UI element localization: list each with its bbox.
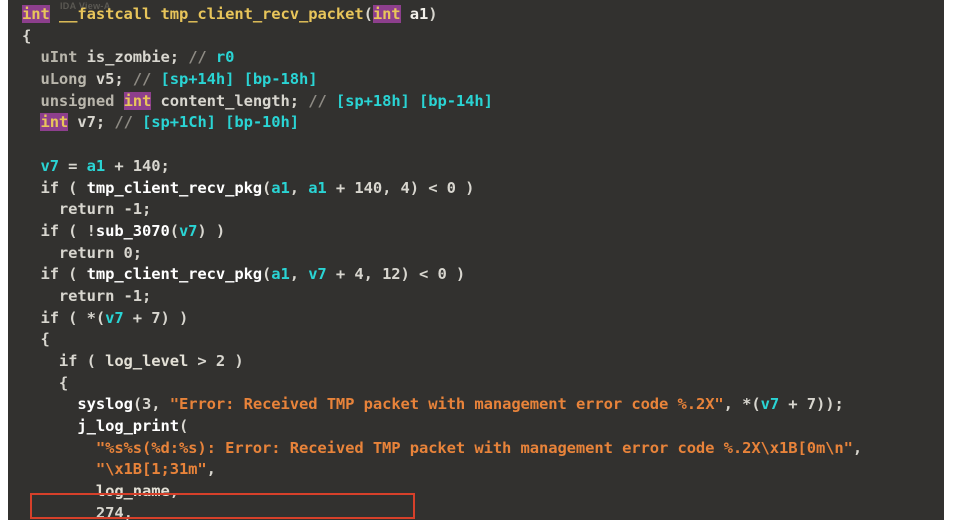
code-line[interactable]: if ( tmp_client_recv_pkg(a1, v7 + 4, 12)…	[8, 264, 944, 286]
code-line[interactable]: unsigned int content_length; // [sp+18h]…	[8, 91, 944, 113]
pseudocode-listing[interactable]: int __fastcall tmp_client_recv_packet(in…	[8, 4, 944, 520]
variable-v7: v7	[22, 156, 59, 175]
code-line[interactable]: return -1;	[8, 199, 944, 221]
code-line[interactable]: return 0;	[8, 243, 944, 265]
code-line[interactable]: j_log_print(	[8, 416, 944, 438]
keyword-int: int	[372, 5, 401, 23]
variable-a1: a1	[86, 156, 106, 175]
call-tmp-client-recv-pkg[interactable]: tmp_client_recv_pkg	[87, 265, 263, 283]
code-line[interactable]: "\x1B[1;31m",	[8, 459, 944, 481]
stack-offset-comment: [sp+1Ch] [bp-10h]	[142, 113, 299, 132]
code-line[interactable]: "%s%s(%d:%s): Error: Received TMP packet…	[8, 438, 944, 460]
keyword-int: int	[40, 113, 69, 132]
stack-offset-comment: [sp+14h] [bp-18h]	[160, 70, 318, 89]
code-line[interactable]: uInt is_zombie; // r0	[8, 47, 944, 69]
keyword-int: int	[123, 91, 152, 110]
code-line[interactable]: int __fastcall tmp_client_recv_packet(in…	[8, 4, 944, 26]
code-line[interactable]: if ( tmp_client_recv_pkg(a1, a1 + 140, 4…	[8, 178, 944, 200]
code-line[interactable]: {	[8, 26, 944, 48]
screenshot-root: IDA View-A int __fastcall tmp_client_rec…	[0, 0, 960, 527]
global-log-name[interactable]: log_name	[96, 482, 170, 500]
code-line[interactable]: syslog(3, "Error: Received TMP packet wi…	[8, 394, 944, 416]
page-margin-bottom	[0, 520, 960, 527]
code-line[interactable]: if ( log_level > 2 )	[8, 351, 944, 373]
string-literal: "%s%s(%d:%s): Error: Received TMP packet…	[95, 438, 853, 457]
pseudocode-pane[interactable]: IDA View-A int __fastcall tmp_client_rec…	[8, 0, 944, 520]
call-j-log-print[interactable]: j_log_print	[77, 417, 179, 435]
global-log-level[interactable]: log_level	[105, 352, 188, 370]
code-line[interactable]: if ( *(v7 + 7) )	[8, 308, 944, 330]
string-literal: "\x1B[1;31m"	[95, 460, 207, 479]
code-line[interactable]: {	[8, 373, 944, 395]
code-line[interactable]: 274,	[8, 503, 944, 520]
code-line[interactable]: log_name,	[8, 481, 944, 503]
function-name[interactable]: tmp_client_recv_packet	[161, 5, 364, 23]
call-syslog[interactable]: syslog	[77, 395, 133, 413]
code-line[interactable]: if ( !sub_3070(v7) )	[8, 221, 944, 243]
stack-offset-comment: [sp+18h] [bp-14h]	[335, 91, 493, 110]
code-line[interactable]: return -1;	[8, 286, 944, 308]
register-comment: r0	[215, 48, 235, 67]
call-tmp-client-recv-pkg[interactable]: tmp_client_recv_pkg	[87, 179, 263, 197]
type-ulong: uLong	[22, 70, 87, 89]
call-sub-3070[interactable]: sub_3070	[96, 222, 170, 240]
code-line[interactable]: v7 = a1 + 140;	[8, 156, 944, 178]
page-margin-left	[0, 0, 8, 527]
type-uint: uInt	[22, 48, 78, 67]
calling-convention: __fastcall	[58, 5, 152, 23]
line-number-arg: 274	[95, 503, 124, 520]
code-line[interactable]: uLong v5; // [sp+14h] [bp-18h]	[8, 69, 944, 91]
keyword-int: int	[22, 5, 50, 23]
code-line[interactable]: {	[8, 329, 944, 351]
code-line[interactable]: int v7; // [sp+1Ch] [bp-10h]	[8, 112, 944, 134]
string-literal: "Error: Received TMP packet with managem…	[169, 395, 724, 414]
page-margin-right	[944, 0, 960, 527]
